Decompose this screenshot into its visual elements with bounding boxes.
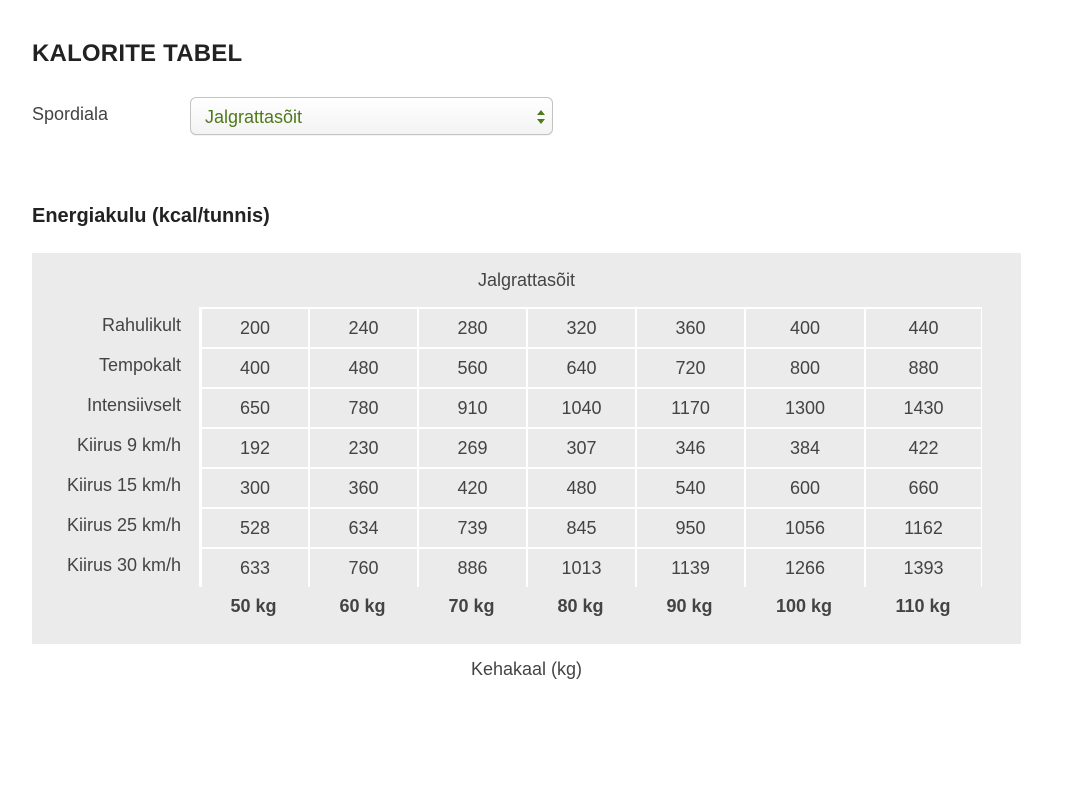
table-cell: 634	[310, 509, 417, 547]
table-cell: 880	[866, 349, 981, 387]
table-cell: 360	[310, 469, 417, 507]
up-down-arrows-icon	[537, 110, 545, 124]
table-cell: 1013	[528, 549, 635, 587]
table-cell: 1170	[637, 389, 744, 427]
table-cell: 1056	[746, 509, 864, 547]
table-cell: 720	[637, 349, 744, 387]
table-cell: 540	[637, 469, 744, 507]
table-cell: 640	[528, 349, 635, 387]
table-cell: 240	[310, 309, 417, 347]
table-cell: 800	[746, 349, 864, 387]
column-label: 50 kg	[230, 596, 277, 616]
table-cell: 400	[746, 309, 864, 347]
table-cell: 200	[202, 309, 308, 347]
sport-select[interactable]: Jalgrattasõit	[190, 97, 553, 135]
column-label: 80 kg	[557, 596, 604, 616]
table-cell: 910	[419, 389, 526, 427]
table-cell: 1040	[528, 389, 635, 427]
table-cell: 307	[528, 429, 635, 467]
table-cell: 528	[202, 509, 308, 547]
column-label: 70 kg	[448, 596, 495, 616]
table-cell: 1300	[746, 389, 864, 427]
table-cell: 320	[528, 309, 635, 347]
table-cell: 650	[202, 389, 308, 427]
table-cell: 1393	[866, 549, 981, 587]
row-label: Kiirus 9 km/h	[76, 435, 181, 455]
calorie-table-panel: Jalgrattasõit Rahulikult 200 240 280 320 360 4…	[32, 253, 1021, 644]
row-label: Kiirus 25 km/h	[66, 515, 181, 535]
table-cell: 422	[866, 429, 981, 467]
table-cell: 1430	[866, 389, 981, 427]
table-cell: 300	[202, 469, 308, 507]
table-cell: 420	[419, 469, 526, 507]
table-cell: 780	[310, 389, 417, 427]
table-cell: 1162	[866, 509, 981, 547]
row-label: Kiirus 30 km/h	[66, 555, 181, 575]
table-cell: 600	[746, 469, 864, 507]
table-cell: 1266	[746, 549, 864, 587]
table-cell: 845	[528, 509, 635, 547]
table-cell: 192	[202, 429, 308, 467]
column-label: 110 kg	[895, 596, 951, 616]
row-label: Tempokalt	[98, 355, 181, 375]
table-cell: 480	[310, 349, 417, 387]
table-cell: 560	[419, 349, 526, 387]
table-cell: 739	[419, 509, 526, 547]
table-cell: 280	[419, 309, 526, 347]
sport-select-value: Jalgrattasõit	[205, 107, 303, 127]
table-cell: 230	[310, 429, 417, 467]
table-cell: 660	[866, 469, 981, 507]
column-label: 90 kg	[666, 596, 713, 616]
table-cell: 1139	[637, 549, 744, 587]
row-label: Intensiivselt	[86, 395, 181, 415]
table-cell: 360	[637, 309, 744, 347]
column-label: 100 kg	[775, 596, 833, 616]
table-cell: 346	[637, 429, 744, 467]
table-cell: 950	[637, 509, 744, 547]
table-cell: 269	[419, 429, 526, 467]
page-title: KALORITE TABEL	[32, 40, 243, 67]
column-label: 60 kg	[339, 596, 386, 616]
table-cell: 400	[202, 349, 308, 387]
row-label: Rahulikult	[101, 315, 181, 335]
sport-label: Spordiala	[32, 104, 109, 124]
table-cell: 480	[528, 469, 635, 507]
table-cell: 886	[419, 549, 526, 587]
table-caption: Jalgrattasõit	[477, 270, 576, 290]
table-cell: 760	[310, 549, 417, 587]
page: KALORITE TABEL Spordiala Jalgrattasõit E…	[0, 0, 1078, 804]
section-title: Energiakulu (kcal/tunnis)	[32, 205, 270, 227]
table-cell: 440	[866, 309, 981, 347]
table-cell: 384	[746, 429, 864, 467]
table-cell: 633	[202, 549, 308, 587]
row-label: Kiirus 15 km/h	[66, 475, 181, 495]
x-axis-label: Kehakaal (kg)	[470, 659, 583, 679]
